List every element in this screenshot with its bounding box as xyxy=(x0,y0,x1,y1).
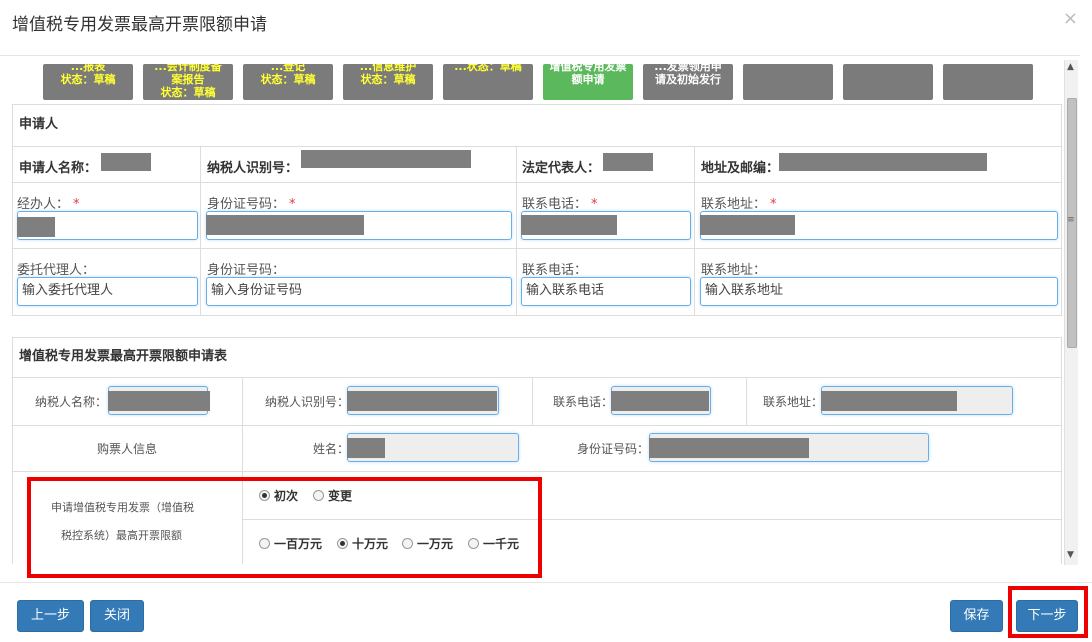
legal-rep-label: 法定代表人： xyxy=(522,161,601,176)
save-button[interactable]: 保存 xyxy=(950,600,1003,632)
agent-address-label: 联系地址： xyxy=(701,263,767,278)
agent-id-input[interactable] xyxy=(206,277,512,306)
form-taxid-label: 纳税人识别号： xyxy=(265,395,350,409)
handler-label: 经办人： * xyxy=(17,197,80,212)
taxid-label: 纳税人识别号： xyxy=(207,161,299,176)
agent-input[interactable] xyxy=(17,277,198,306)
close-button[interactable]: 关闭 xyxy=(90,600,144,632)
address-zip-value xyxy=(779,153,987,171)
step-2[interactable]: ...会计制度备 案报告 状态：草稿 xyxy=(143,64,233,100)
vertical-scrollbar[interactable]: ▲ ≡ ▼ xyxy=(1064,60,1078,565)
buyer-name-label: 姓名： xyxy=(313,442,350,456)
agent-phone-input[interactable] xyxy=(521,277,691,306)
contact-address-label: 联系地址： * xyxy=(701,197,777,212)
buyer-id-label: 身份证号码： xyxy=(577,442,650,456)
agent-label: 委托代理人： xyxy=(17,263,96,278)
agent-phone-label: 联系电话： xyxy=(522,263,588,278)
buyer-info-label: 购票人信息 xyxy=(97,442,158,456)
agent-address-input[interactable] xyxy=(700,277,1058,306)
prev-step-button[interactable]: 上一步 xyxy=(17,600,84,632)
scrollbar-grip-icon: ≡ xyxy=(1067,215,1075,225)
modal-footer: 上一步 关闭 保存 下一步 xyxy=(0,582,1092,642)
step-8[interactable] xyxy=(743,64,833,100)
highlight-box-next xyxy=(1008,586,1088,638)
applicant-name-value xyxy=(101,153,151,171)
step-7[interactable]: ...发票领用申 请及初始发行 xyxy=(643,64,733,100)
legal-rep-value xyxy=(603,153,653,171)
highlight-box-limit xyxy=(27,477,542,578)
address-zip-label: 地址及邮编： xyxy=(701,161,780,176)
step-1[interactable]: ...报表 状态：草稿 xyxy=(43,64,133,100)
taxid-value xyxy=(301,150,471,168)
step-bar: ...报表 状态：草稿 ...会计制度备 案报告 状态：草稿 ...登记 状态：草稿 .… xyxy=(43,64,1043,100)
step-6-current[interactable]: 增值税专用发票 额申请 xyxy=(543,64,633,100)
step-10[interactable] xyxy=(943,64,1033,100)
modal-header: 增值税专用发票最高开票限额申请 × xyxy=(0,0,1092,44)
applicant-panel: 申请人 申请人名称： 纳税人识别号： 法定代表人： 地址及邮编： 经办人： * 身… xyxy=(12,104,1062,316)
step-4[interactable]: ...信息维护 状态：草稿 xyxy=(343,64,433,100)
form-address-label: 联系地址： xyxy=(763,395,824,409)
scroll-up-icon[interactable]: ▲ xyxy=(1067,62,1074,72)
applicant-name-label: 申请人名称： xyxy=(19,161,98,176)
step-3[interactable]: ...登记 状态：草稿 xyxy=(243,64,333,100)
applicant-section-title: 申请人 xyxy=(13,105,1061,147)
form-section-title: 增值税专用发票最高开票限额申请表 xyxy=(13,338,1061,378)
form-phone-label: 联系电话： xyxy=(553,395,614,409)
handler-phone-label: 联系电话： * xyxy=(522,197,598,212)
scroll-down-icon[interactable]: ▼ xyxy=(1067,550,1074,560)
agent-id-label: 身份证号码： xyxy=(207,263,286,278)
handler-id-label: 身份证号码： * xyxy=(207,197,296,212)
close-icon[interactable]: × xyxy=(1063,8,1078,29)
step-5[interactable]: ...状态：草稿 xyxy=(443,64,533,100)
step-9[interactable] xyxy=(843,64,933,100)
taxpayer-name-label: 纳税人名称： xyxy=(35,395,108,409)
modal-title: 增值税专用发票最高开票限额申请 xyxy=(12,15,267,35)
